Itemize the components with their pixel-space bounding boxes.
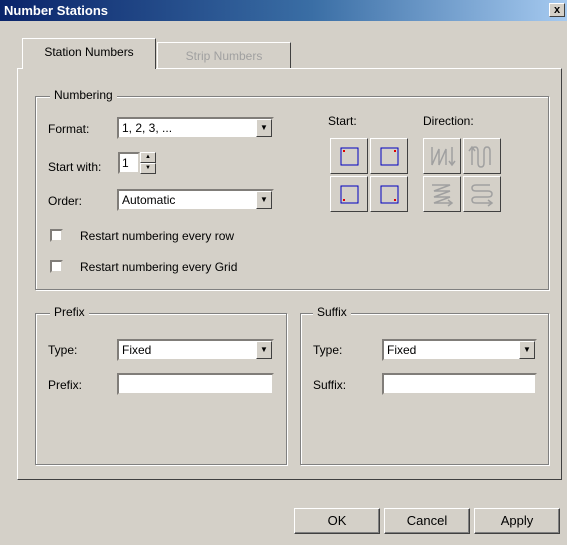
chevron-down-icon[interactable]: ▼ — [256, 341, 272, 359]
cancel-button[interactable]: Cancel — [384, 508, 470, 534]
ok-button[interactable]: OK — [294, 508, 380, 534]
suffix-type-value: Fixed — [387, 343, 417, 357]
numbering-legend: Numbering — [50, 88, 117, 102]
tab-station-numbers[interactable]: Station Numbers — [22, 38, 156, 69]
start-top-right-icon — [380, 147, 399, 166]
start-bottom-right-button[interactable] — [370, 176, 408, 212]
suffix-type-label: Type: — [313, 343, 343, 357]
restart-row-checkbox[interactable] — [50, 229, 63, 242]
suffix-type-select[interactable]: Fixed ▼ — [382, 339, 537, 361]
order-label: Order: — [48, 194, 83, 208]
number-stations-dialog: Number Stations x Station Numbers Strip … — [0, 0, 567, 545]
restart-grid-label[interactable]: Restart numbering every Grid — [80, 260, 237, 274]
start-top-left-icon — [340, 147, 359, 166]
prefix-field-label: Prefix: — [48, 378, 83, 392]
serpentine-horizontal-z-icon — [432, 184, 454, 207]
prefix-input[interactable] — [117, 373, 274, 395]
start-with-input[interactable]: 1 — [118, 152, 140, 174]
stepper-buttons: ▲ ▼ — [140, 152, 156, 174]
direction-vertical-serpentine-down-button[interactable] — [423, 138, 461, 174]
serpentine-vertical-up-icon — [468, 145, 491, 168]
serpentine-horizontal-loop-icon — [471, 184, 494, 207]
spin-up-icon[interactable]: ▲ — [140, 152, 156, 163]
close-button[interactable]: x — [549, 3, 565, 17]
start-bottom-right-icon — [380, 185, 399, 204]
spin-down-icon[interactable]: ▼ — [140, 163, 156, 174]
restart-row-label[interactable]: Restart numbering every row — [80, 229, 234, 243]
start-bottom-left-button[interactable] — [330, 176, 368, 212]
restart-grid-checkbox[interactable] — [50, 260, 63, 273]
start-top-right-button[interactable] — [370, 138, 408, 174]
prefix-type-label: Type: — [48, 343, 78, 357]
prefix-legend: Prefix — [50, 305, 89, 319]
suffix-legend: Suffix — [313, 305, 351, 319]
start-label: Start: — [328, 114, 357, 128]
chevron-down-icon[interactable]: ▼ — [256, 119, 272, 137]
order-value: Automatic — [122, 193, 176, 207]
title-bar[interactable]: Number Stations x — [0, 0, 567, 21]
prefix-type-select[interactable]: Fixed ▼ — [117, 339, 274, 361]
direction-horizontal-loop-button[interactable] — [463, 176, 501, 212]
start-with-stepper[interactable]: 1 ▲ ▼ — [118, 152, 158, 174]
window-title: Number Stations — [4, 3, 109, 18]
chevron-down-icon[interactable]: ▼ — [519, 341, 535, 359]
suffix-field-label: Suffix: — [313, 378, 347, 392]
prefix-type-value: Fixed — [122, 343, 152, 357]
serpentine-vertical-down-icon — [431, 147, 456, 167]
format-value: 1, 2, 3, ... — [122, 121, 173, 135]
order-select[interactable]: Automatic ▼ — [117, 189, 274, 211]
start-top-left-button[interactable] — [330, 138, 368, 174]
direction-vertical-serpentine-up-button[interactable] — [463, 138, 501, 174]
tab-strip-numbers[interactable]: Strip Numbers — [157, 42, 291, 68]
chevron-down-icon[interactable]: ▼ — [256, 191, 272, 209]
direction-label: Direction: — [423, 114, 474, 128]
direction-horizontal-z-button[interactable] — [423, 176, 461, 212]
start-with-label: Start with: — [48, 160, 102, 174]
start-bottom-left-icon — [340, 185, 359, 204]
suffix-input[interactable] — [382, 373, 537, 395]
format-label: Format: — [48, 122, 90, 136]
apply-button[interactable]: Apply — [474, 508, 560, 534]
format-select[interactable]: 1, 2, 3, ... ▼ — [117, 117, 274, 139]
